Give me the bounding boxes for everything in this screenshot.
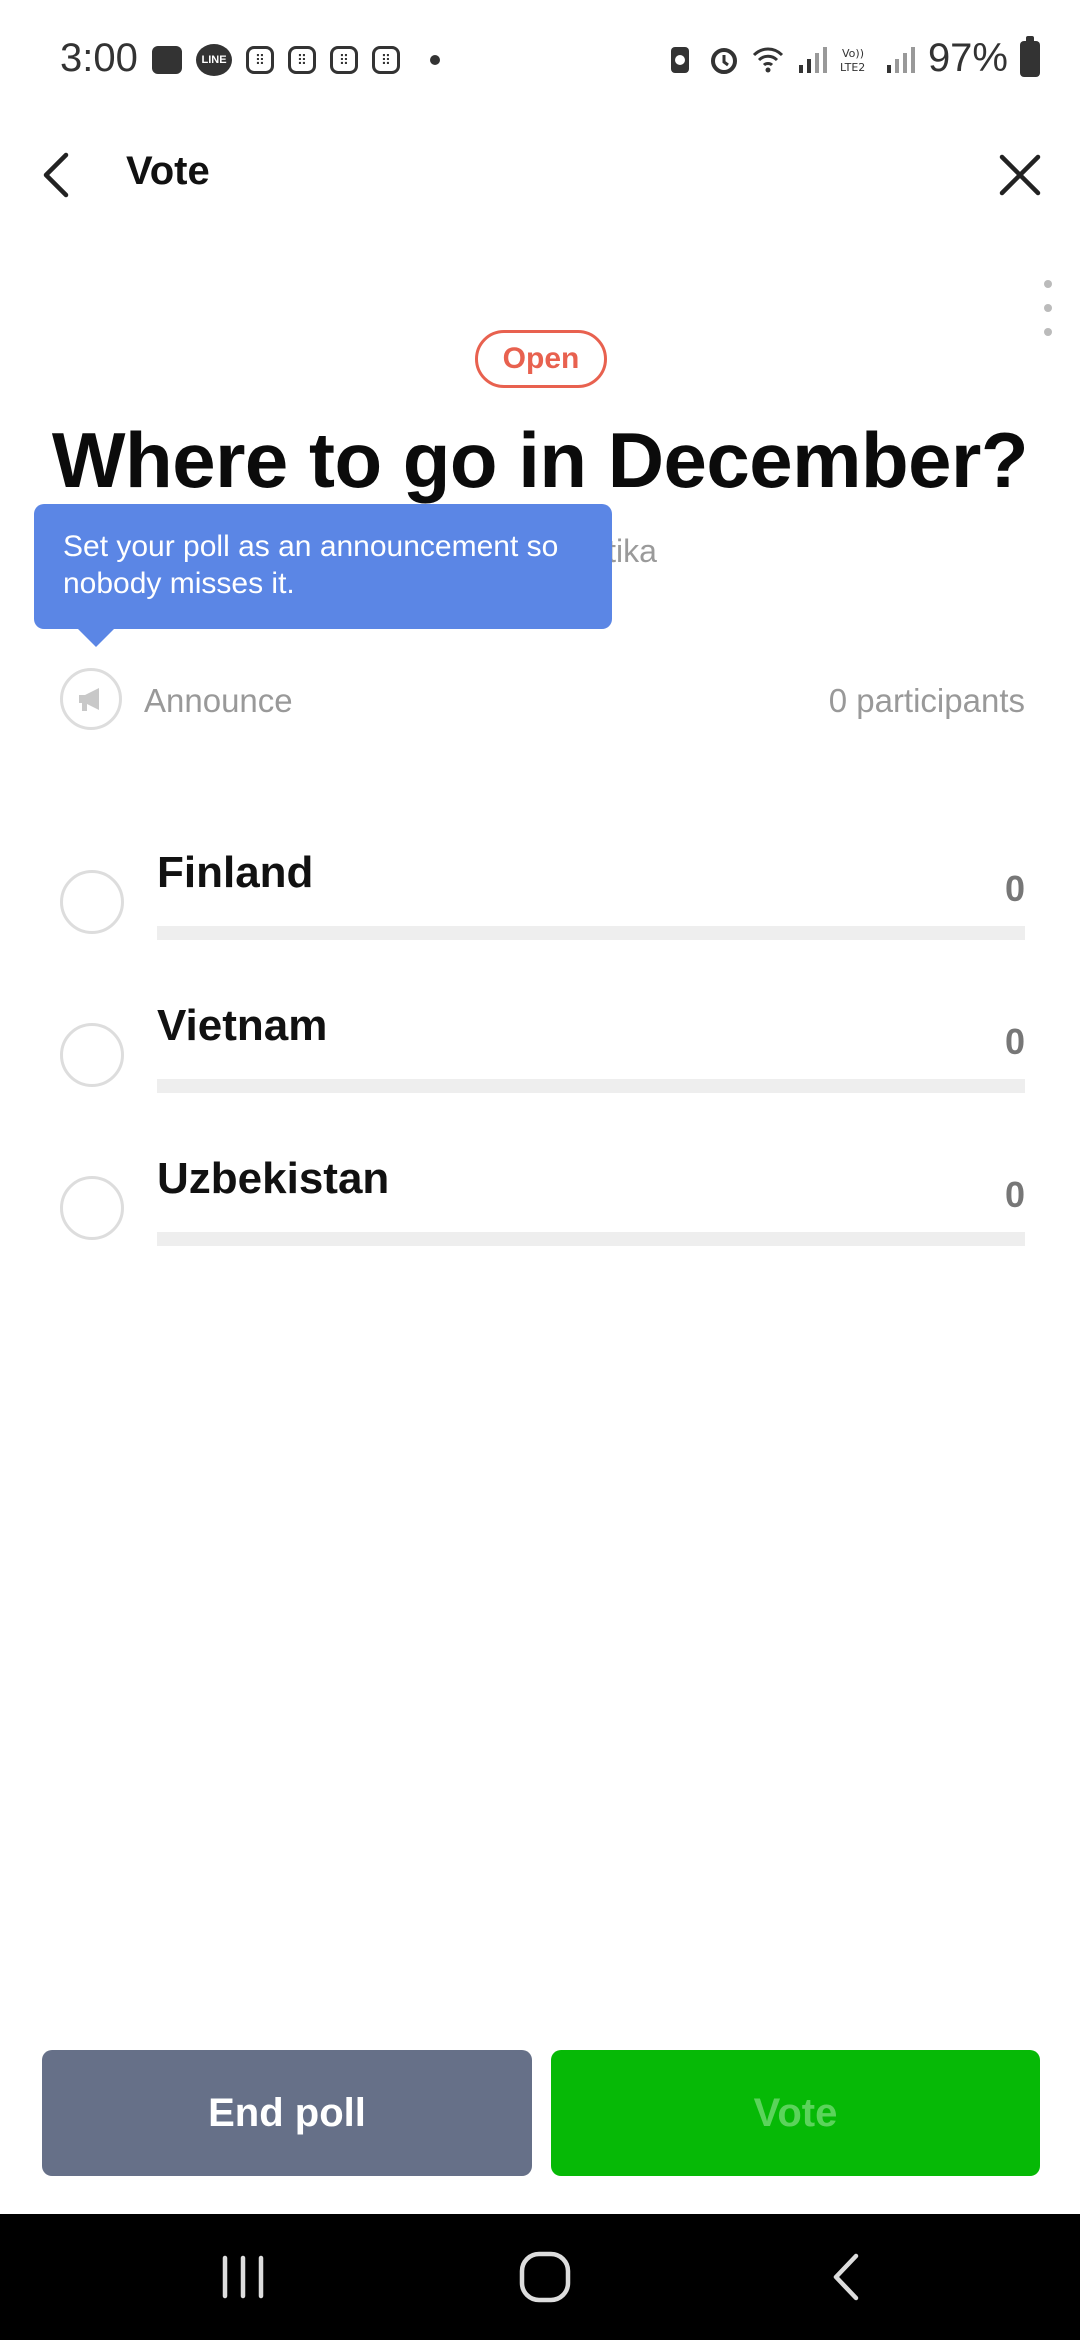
back-nav-icon[interactable] <box>812 2244 882 2310</box>
poll-option[interactable]: Finland 0 <box>60 848 1025 958</box>
radio-button[interactable] <box>60 1176 124 1240</box>
option-label: Vietnam <box>157 1001 328 1050</box>
recent-apps-icon[interactable] <box>208 2244 278 2310</box>
signal-icon <box>886 46 915 73</box>
option-count: 0 <box>1004 1174 1025 1215</box>
app-header: Vote <box>0 125 1080 225</box>
megaphone-icon[interactable] <box>60 668 122 730</box>
grid-app-icon: ⠿ <box>288 46 316 74</box>
dot-icon <box>430 55 440 65</box>
line-icon: LINE <box>196 44 232 76</box>
option-result-bar <box>157 1232 1025 1246</box>
notification-icons: LINE ⠿ ⠿ ⠿ ⠿ <box>152 44 440 76</box>
alarm-icon <box>710 47 737 74</box>
grid-app-icon: ⠿ <box>372 46 400 74</box>
radio-button[interactable] <box>60 870 124 934</box>
grid-app-icon: ⠿ <box>246 46 274 74</box>
page-title: Vote <box>126 149 210 193</box>
system-nav-bar <box>0 2214 1080 2340</box>
radio-button[interactable] <box>60 1023 124 1087</box>
wifi-icon <box>752 47 783 72</box>
status-bar: 3:00 LINE ⠿ ⠿ ⠿ ⠿ Vo)) LTE2 97% <box>0 0 1080 125</box>
announce-row: Announce 0 participants <box>60 668 1025 734</box>
grid-app-icon: ⠿ <box>330 46 358 74</box>
signal-icon <box>798 46 827 73</box>
poll-option[interactable]: Uzbekistan 0 <box>60 1154 1025 1264</box>
battery-icon <box>1020 35 1040 77</box>
poll-option[interactable]: Vietnam 0 <box>60 1001 1025 1111</box>
end-poll-button[interactable]: End poll <box>42 2050 532 2176</box>
system-icons: Vo)) LTE2 97% <box>664 35 1040 81</box>
option-label: Uzbekistan <box>157 1154 390 1203</box>
battery-percentage: 97% <box>927 36 1008 80</box>
svg-text:Vo)): Vo)) <box>842 47 864 60</box>
announce-tooltip[interactable]: Set your poll as an announcement so nobo… <box>34 504 612 647</box>
announce-label[interactable]: Announce <box>144 682 293 720</box>
vote-button[interactable]: Vote <box>551 2050 1040 2176</box>
option-result-bar <box>157 1079 1025 1093</box>
close-icon[interactable] <box>990 145 1050 205</box>
more-options-icon[interactable] <box>1038 280 1058 336</box>
status-badge: Open <box>475 330 607 388</box>
option-result-bar <box>157 926 1025 940</box>
battery-saver-icon <box>670 46 689 73</box>
option-count: 0 <box>1004 868 1025 909</box>
svg-text:LTE2: LTE2 <box>840 61 865 74</box>
home-icon[interactable] <box>510 2244 580 2310</box>
poll-title: Where to go in December? <box>51 416 1029 504</box>
message-icon <box>152 46 182 74</box>
option-count: 0 <box>1004 1021 1025 1062</box>
option-label: Finland <box>157 848 314 897</box>
status-time: 3:00 <box>60 36 138 80</box>
chevron-left-icon[interactable] <box>30 145 90 205</box>
participants-count[interactable]: 0 participants <box>829 682 1025 720</box>
volte-lte2-icon: Vo))LTE2 <box>840 47 865 74</box>
